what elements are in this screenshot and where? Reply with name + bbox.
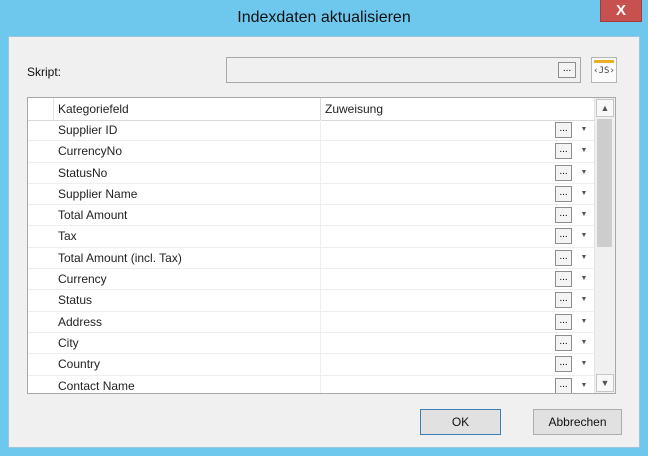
zuweisung-cell[interactable]: ... ▼ bbox=[321, 163, 594, 183]
zuweisung-cell[interactable]: ... ▼ bbox=[321, 248, 594, 268]
scroll-down-button[interactable]: ▼ bbox=[596, 374, 614, 392]
zuweisung-edit-button[interactable]: ... bbox=[555, 249, 572, 266]
zuweisung-cell[interactable]: ... ▼ bbox=[321, 312, 594, 332]
kategoriefeld-cell: Total Amount bbox=[54, 205, 321, 226]
zuweisung-cell[interactable]: ... ▼ bbox=[321, 333, 594, 353]
row-indicator-header bbox=[28, 98, 54, 120]
zuweisung-edit-button[interactable]: ... bbox=[555, 292, 572, 309]
zuweisung-cell[interactable]: ... ▼ bbox=[321, 205, 594, 225]
kategoriefeld-cell: Status bbox=[54, 290, 321, 311]
table-row[interactable]: Status... ▼ bbox=[28, 290, 594, 312]
table-row[interactable]: Country... ▼ bbox=[28, 354, 594, 376]
chevron-down-icon[interactable]: ▼ bbox=[578, 189, 590, 199]
js-icon: ‹JS› bbox=[593, 66, 615, 76]
zuweisung-edit-button[interactable]: ... bbox=[555, 313, 572, 330]
table-row[interactable]: Currency... ▼ bbox=[28, 269, 594, 291]
kategoriefeld-cell: Total Amount (incl. Tax) bbox=[54, 247, 321, 269]
script-input[interactable]: ... bbox=[226, 57, 581, 83]
zuweisung-edit-button[interactable]: ... bbox=[555, 228, 572, 245]
zuweisung-cell[interactable]: ... ▼ bbox=[321, 120, 594, 140]
window-title: Indexdaten aktualisieren bbox=[237, 9, 411, 26]
table-row[interactable]: Contact Name... ▼ bbox=[28, 375, 594, 393]
grid-header: Kategoriefeld Zuweisung bbox=[28, 98, 594, 121]
kategoriefeld-cell: Currency bbox=[54, 269, 321, 290]
chevron-down-icon[interactable]: ▼ bbox=[578, 253, 590, 263]
zuweisung-edit-button[interactable]: ... bbox=[555, 356, 572, 373]
table-row[interactable]: Supplier ID... ▼ bbox=[28, 120, 594, 142]
vertical-scrollbar[interactable]: ▲ ▼ bbox=[594, 98, 615, 393]
chevron-down-icon[interactable]: ▼ bbox=[578, 381, 590, 391]
javascript-editor-button[interactable]: ‹JS› bbox=[591, 57, 617, 83]
script-label: Skript: bbox=[27, 65, 62, 79]
grid-rows: Supplier ID... ▼ CurrencyNo... ▼ StatusNo...… bbox=[28, 120, 594, 393]
table-row[interactable]: City... ▼ bbox=[28, 332, 594, 355]
zuweisung-cell[interactable]: ... ▼ bbox=[321, 290, 594, 310]
scroll-up-button[interactable]: ▲ bbox=[596, 99, 614, 117]
zuweisung-edit-button[interactable]: ... bbox=[555, 143, 572, 160]
chevron-down-icon[interactable]: ▼ bbox=[578, 146, 590, 156]
table-row[interactable]: StatusNo... ▼ bbox=[28, 162, 594, 184]
table-row[interactable]: Total Amount... ▼ bbox=[28, 205, 594, 227]
dialog-client-area: Skript: ... ‹JS› Kategoriefeld Zuweisung… bbox=[8, 36, 640, 448]
zuweisung-cell[interactable]: ... ▼ bbox=[321, 354, 594, 374]
title-bar[interactable]: Indexdaten aktualisieren X bbox=[0, 0, 648, 36]
zuweisung-edit-button[interactable]: ... bbox=[555, 334, 572, 351]
chevron-down-icon[interactable]: ▼ bbox=[578, 295, 590, 305]
chevron-down-icon[interactable]: ▼ bbox=[578, 338, 590, 348]
zuweisung-cell[interactable]: ... ▼ bbox=[321, 269, 594, 289]
js-icon-bar bbox=[594, 60, 614, 63]
chevron-down-icon[interactable]: ▼ bbox=[578, 317, 590, 327]
scroll-thumb[interactable] bbox=[597, 119, 612, 247]
index-mapping-grid: Kategoriefeld Zuweisung Supplier ID... ▼ C… bbox=[27, 97, 616, 394]
zuweisung-edit-button[interactable]: ... bbox=[555, 164, 572, 181]
table-row[interactable]: Total Amount (incl. Tax)... ▼ bbox=[28, 247, 594, 270]
ok-button[interactable]: OK bbox=[420, 409, 501, 435]
kategoriefeld-cell: Address bbox=[54, 311, 321, 332]
table-row[interactable]: Tax... ▼ bbox=[28, 226, 594, 248]
kategoriefeld-cell: CurrencyNo bbox=[54, 141, 321, 162]
chevron-down-icon[interactable]: ▼ bbox=[578, 168, 590, 178]
chevron-down-icon[interactable]: ▼ bbox=[578, 274, 590, 284]
zuweisung-edit-button[interactable]: ... bbox=[555, 122, 572, 138]
zuweisung-cell[interactable]: ... ▼ bbox=[321, 184, 594, 204]
zuweisung-edit-button[interactable]: ... bbox=[555, 271, 572, 288]
kategoriefeld-cell: City bbox=[54, 332, 321, 354]
chevron-down-icon[interactable]: ▼ bbox=[578, 125, 590, 135]
cancel-button[interactable]: Abbrechen bbox=[533, 409, 622, 435]
kategoriefeld-cell: Contact Name bbox=[54, 375, 321, 393]
kategoriefeld-cell: Country bbox=[54, 354, 321, 375]
zuweisung-edit-button[interactable]: ... bbox=[555, 207, 572, 224]
zuweisung-cell[interactable]: ... ▼ bbox=[321, 376, 594, 393]
kategoriefeld-cell: Supplier Name bbox=[54, 183, 321, 205]
table-row[interactable]: CurrencyNo... ▼ bbox=[28, 141, 594, 163]
table-row[interactable]: Address... ▼ bbox=[28, 311, 594, 333]
script-browse-button[interactable]: ... bbox=[558, 62, 576, 78]
chevron-down-icon[interactable]: ▼ bbox=[578, 210, 590, 220]
column-header-kategoriefeld[interactable]: Kategoriefeld bbox=[54, 98, 321, 120]
dialog-window: Indexdaten aktualisieren X Skript: ... ‹… bbox=[0, 0, 648, 456]
close-button[interactable]: X bbox=[600, 0, 642, 22]
chevron-down-icon[interactable]: ▼ bbox=[578, 231, 590, 241]
kategoriefeld-cell: Tax bbox=[54, 226, 321, 247]
column-header-zuweisung[interactable]: Zuweisung bbox=[321, 98, 594, 120]
zuweisung-edit-button[interactable]: ... bbox=[555, 377, 572, 393]
zuweisung-cell[interactable]: ... ▼ bbox=[321, 226, 594, 246]
chevron-down-icon[interactable]: ▼ bbox=[578, 359, 590, 369]
kategoriefeld-cell: StatusNo bbox=[54, 162, 321, 183]
kategoriefeld-cell: Supplier ID bbox=[54, 120, 321, 141]
table-row[interactable]: Supplier Name... ▼ bbox=[28, 183, 594, 206]
zuweisung-edit-button[interactable]: ... bbox=[555, 185, 572, 202]
zuweisung-cell[interactable]: ... ▼ bbox=[321, 141, 594, 161]
